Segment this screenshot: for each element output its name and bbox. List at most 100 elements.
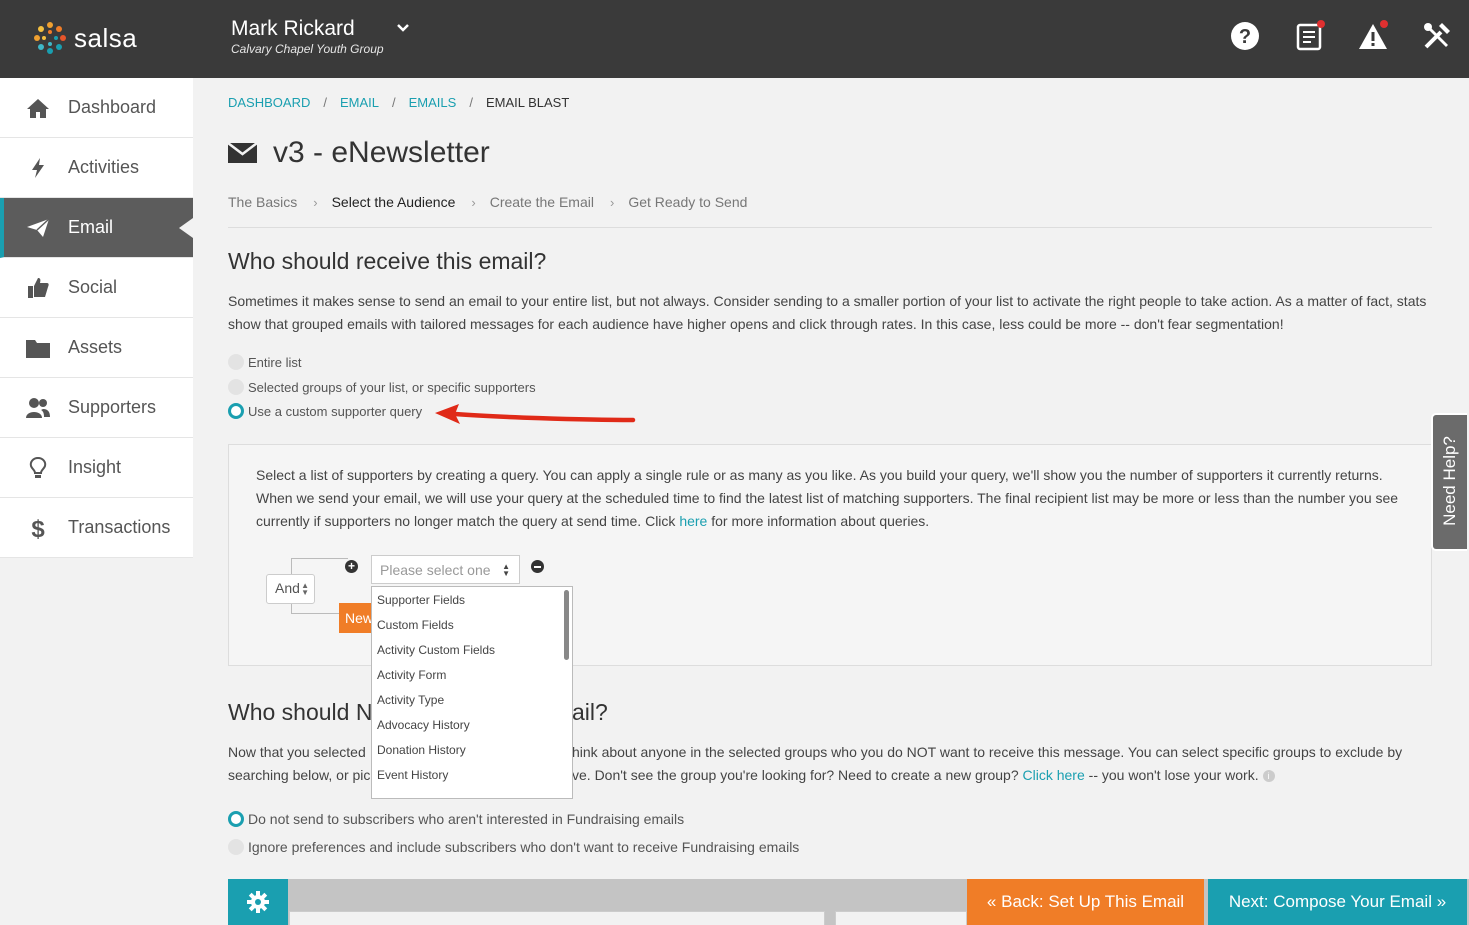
- lightbulb-icon: [25, 455, 51, 481]
- radio-entire-list[interactable]: Entire list: [228, 354, 301, 370]
- sidebar-item-label: Email: [68, 217, 114, 237]
- need-help-label: Need Help?: [1440, 436, 1459, 526]
- chevron-right-icon: ›: [609, 195, 615, 210]
- sidebar-item-supporters[interactable]: Supporters: [0, 378, 193, 438]
- back-button[interactable]: « Back: Set Up This Email: [967, 879, 1204, 925]
- sidebar-item-label: Dashboard: [68, 97, 157, 117]
- folder-icon: [25, 335, 51, 361]
- sidebar-item-insight[interactable]: Insight: [0, 438, 193, 498]
- salsa-logo-icon: [32, 20, 68, 56]
- operator-value: And: [275, 580, 300, 596]
- select-arrows-icon: ▲ ▼: [301, 581, 309, 597]
- exclude-heading-right: ail?: [572, 699, 608, 725]
- radio-label: Ignore preferences and include subscribe…: [248, 839, 800, 855]
- radio-respect-preferences[interactable]: Do not send to subscribers who aren't in…: [228, 811, 684, 827]
- annotation-arrow: [435, 404, 636, 424]
- breadcrumb-separator: /: [323, 95, 327, 110]
- exclude-line1-right: hink about anyone in the selected groups…: [572, 744, 1403, 760]
- step-ready-to-send[interactable]: Get Ready to Send: [628, 194, 747, 210]
- step-create-email[interactable]: Create the Email: [490, 194, 594, 210]
- help-icon[interactable]: ?: [1229, 20, 1261, 52]
- query-builder: Select a list of supporters by creating …: [228, 444, 1432, 799]
- gear-icon: [247, 891, 269, 913]
- users-icon: [25, 395, 51, 421]
- breadcrumb-separator: /: [469, 95, 473, 110]
- footer-panel-left: [289, 911, 825, 925]
- audience-description: Sometimes it makes sense to send an emai…: [228, 293, 1427, 332]
- create-group-link[interactable]: Click here: [1023, 767, 1085, 783]
- sidebar-item-assets[interactable]: Assets: [0, 318, 193, 378]
- breadcrumb-emails[interactable]: EMAILS: [409, 95, 457, 110]
- svg-text:?: ?: [1239, 26, 1251, 48]
- breadcrumb: DASHBOARD / EMAIL / EMAILS / EMAIL BLAST: [228, 95, 569, 110]
- envelope-icon: [228, 143, 257, 163]
- step-the-basics[interactable]: The Basics: [228, 194, 297, 210]
- query-help-link[interactable]: here: [679, 513, 707, 529]
- field-dropdown: Supporter Fields Custom Fields Activity …: [371, 586, 573, 799]
- dropdown-option[interactable]: Activity Custom Fields: [372, 637, 572, 662]
- radio-button[interactable]: [228, 379, 244, 395]
- dollar-icon: $: [25, 515, 51, 541]
- dropdown-option[interactable]: Activity Form: [372, 662, 572, 687]
- new-rule-button[interactable]: New: [339, 603, 375, 633]
- next-button[interactable]: Next: Compose Your Email »: [1208, 879, 1467, 925]
- breadcrumb-dashboard[interactable]: DASHBOARD: [228, 95, 310, 110]
- sidebar-item-label: Social: [68, 277, 118, 297]
- exclude-heading-left: Who should N: [228, 699, 373, 725]
- query-description-tail: for more information about queries.: [707, 513, 930, 529]
- chevron-right-icon: ›: [471, 195, 476, 210]
- radio-button[interactable]: [228, 403, 244, 419]
- dropdown-option[interactable]: Custom Fields: [372, 612, 572, 637]
- radio-button[interactable]: [228, 354, 244, 370]
- sidebar-item-social[interactable]: Social: [0, 258, 193, 318]
- paper-plane-icon: [25, 215, 51, 241]
- radio-label: Entire list: [248, 354, 302, 370]
- field-select-placeholder: Please select one: [380, 562, 491, 578]
- sidebar-item-label: Activities: [68, 157, 140, 177]
- info-icon[interactable]: i: [1262, 770, 1275, 783]
- breadcrumb-separator: /: [392, 95, 396, 110]
- page-title: v3 - eNewsletter: [228, 136, 490, 170]
- remove-rule-icon[interactable]: [531, 560, 544, 573]
- dropdown-option[interactable]: Activity Type: [372, 687, 572, 712]
- lightning-icon: [25, 155, 51, 181]
- exclude-line2-left: searching below, or pic: [228, 767, 371, 783]
- notes-icon[interactable]: [1294, 20, 1326, 52]
- step-select-audience[interactable]: Select the Audience: [332, 194, 456, 210]
- need-help-tab[interactable]: Need Help?: [1431, 413, 1467, 551]
- sidebar-item-activities[interactable]: Activities: [0, 138, 193, 198]
- radio-label: Selected groups of your list, or specifi…: [248, 379, 536, 395]
- dropdown-scrollbar[interactable]: [564, 590, 569, 660]
- dropdown-option[interactable]: Event History: [372, 762, 572, 787]
- salsa-logo[interactable]: salsa: [32, 20, 137, 56]
- radio-ignore-preferences[interactable]: Ignore preferences and include subscribe…: [228, 839, 799, 855]
- radio-label: Use a custom supporter query: [248, 403, 423, 419]
- dropdown-option[interactable]: Supporter Fields: [372, 587, 572, 612]
- top-bar: salsa Mark Rickard Calvary Chapel Youth …: [0, 0, 1469, 78]
- radio-button[interactable]: [228, 811, 244, 827]
- home-icon: [25, 95, 51, 121]
- sidebar-item-email[interactable]: Email: [0, 198, 193, 258]
- chevron-down-icon[interactable]: [395, 20, 411, 36]
- operator-select[interactable]: And ▲ ▼: [266, 574, 315, 604]
- dropdown-option[interactable]: Donation History: [372, 737, 572, 762]
- breadcrumb-email[interactable]: EMAIL: [340, 95, 379, 110]
- radio-custom-query[interactable]: Use a custom supporter query: [228, 403, 422, 419]
- alert-icon[interactable]: [1357, 20, 1389, 52]
- add-rule-icon[interactable]: +: [345, 560, 358, 573]
- audience-heading: Who should receive this email?: [228, 248, 547, 274]
- tools-icon[interactable]: [1421, 20, 1453, 52]
- sidebar-item-label: Assets: [68, 337, 123, 357]
- dropdown-option[interactable]: Advocacy History: [372, 712, 572, 737]
- sidebar-item-dashboard[interactable]: Dashboard: [0, 78, 193, 138]
- radio-button[interactable]: [228, 839, 244, 855]
- field-select[interactable]: Please select one ▲ ▼: [371, 555, 520, 584]
- sidebar-item-label: Transactions: [68, 517, 171, 537]
- logo-text: salsa: [74, 22, 138, 53]
- thumbs-up-icon: [25, 275, 51, 301]
- sidebar-item-transactions[interactable]: $ Transactions: [0, 498, 193, 558]
- radio-selected-groups[interactable]: Selected groups of your list, or specifi…: [228, 379, 536, 395]
- account-switcher[interactable]: Mark Rickard Calvary Chapel Youth Group: [231, 17, 384, 56]
- exclude-line2-tail: -- you won't lose your work.: [1084, 767, 1259, 783]
- settings-button[interactable]: [228, 879, 288, 925]
